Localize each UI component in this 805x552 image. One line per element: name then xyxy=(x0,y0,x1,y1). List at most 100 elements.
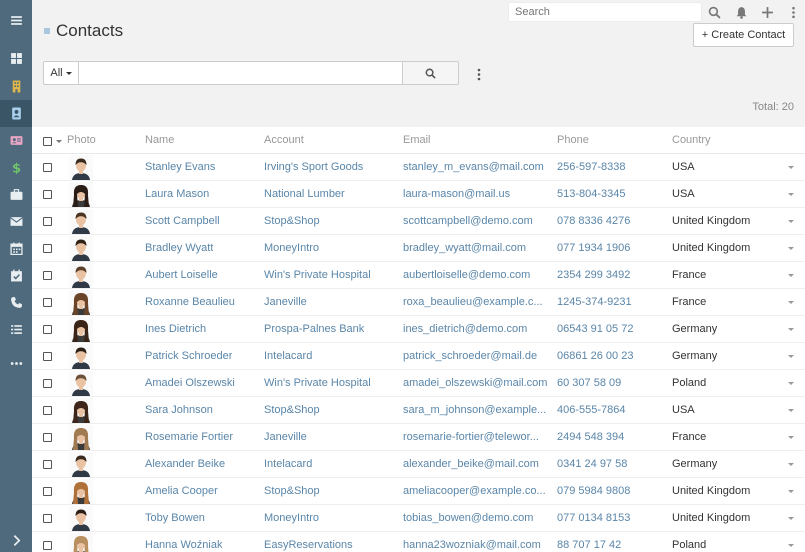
row-actions-dropdown[interactable] xyxy=(788,247,794,250)
phone-link[interactable]: 513-804-3345 xyxy=(557,188,626,200)
email-link[interactable]: scottcampbell@demo.com xyxy=(403,215,533,227)
phone-link[interactable]: 2354 299 3492 xyxy=(557,269,630,281)
contact-name-link[interactable]: Amadei Olszewski xyxy=(145,377,235,389)
create-contact-button[interactable]: + Create Contact xyxy=(693,23,794,47)
account-link[interactable]: Prospa-Palnes Bank xyxy=(264,323,364,335)
contact-name-link[interactable]: Roxanne Beaulieu xyxy=(145,296,235,308)
row-actions-dropdown[interactable] xyxy=(788,274,794,277)
contact-name-link[interactable]: Rosemarie Fortier xyxy=(145,431,233,443)
row-checkbox[interactable] xyxy=(43,460,52,469)
row-checkbox[interactable] xyxy=(43,217,52,226)
row-checkbox[interactable] xyxy=(43,352,52,361)
row-actions-dropdown[interactable] xyxy=(788,490,794,493)
dashboard-icon[interactable] xyxy=(0,45,32,72)
row-actions-dropdown[interactable] xyxy=(788,436,794,439)
table-row[interactable]: Sara Johnson Stop&Shop sara_m_johnson@exam… xyxy=(32,397,805,424)
table-row[interactable]: Roxanne Beaulieu Janeville roxa_beaulieu@e… xyxy=(32,289,805,316)
account-link[interactable]: Janeville xyxy=(264,296,307,308)
calendar-icon[interactable] xyxy=(0,235,32,262)
table-row[interactable]: Scott Campbell Stop&Shop scottcampbell@dem… xyxy=(32,208,805,235)
contact-name-link[interactable]: Patrick Schroeder xyxy=(145,350,232,362)
row-checkbox[interactable] xyxy=(43,514,52,523)
plus-icon[interactable] xyxy=(758,3,776,21)
table-row[interactable]: Amadei Olszewski Win's Private Hospital am… xyxy=(32,370,805,397)
table-row[interactable]: Ines Dietrich Prospa-Palnes Bank ines_diet… xyxy=(32,316,805,343)
account-link[interactable]: Stop&Shop xyxy=(264,404,320,416)
global-search-input[interactable] xyxy=(508,2,702,22)
row-actions-dropdown[interactable] xyxy=(788,382,794,385)
row-checkbox[interactable] xyxy=(43,325,52,334)
contact-name-link[interactable]: Laura Mason xyxy=(145,188,209,200)
table-row[interactable]: Aubert Loiselle Win's Private Hospital aub… xyxy=(32,262,805,289)
email-link[interactable]: laura-mason@mail.us xyxy=(403,188,510,200)
scope-select[interactable]: All xyxy=(43,61,79,85)
account-link[interactable]: Stop&Shop xyxy=(264,485,320,497)
column-phone[interactable]: Phone xyxy=(557,134,589,146)
email-link[interactable]: bradley_wyatt@mail.com xyxy=(403,242,526,254)
contact-name-link[interactable]: Hanna Woźniak xyxy=(145,539,222,551)
email-link[interactable]: sara_m_johnson@example... xyxy=(403,404,546,416)
bell-icon[interactable] xyxy=(732,3,750,21)
contact-name-link[interactable]: Ines Dietrich xyxy=(145,323,206,335)
email-link[interactable]: aubertloiselle@demo.com xyxy=(403,269,530,281)
menu-icon[interactable] xyxy=(0,7,32,34)
row-actions-dropdown[interactable] xyxy=(788,355,794,358)
filter-search-button[interactable] xyxy=(403,61,459,85)
row-checkbox[interactable] xyxy=(43,379,52,388)
phone-link[interactable]: 2494 548 394 xyxy=(557,431,624,443)
contact-name-link[interactable]: Amelia Cooper xyxy=(145,485,218,497)
table-row[interactable]: Hanna Woźniak EasyReservations hanna23wozn… xyxy=(32,532,805,552)
phone-link[interactable]: 077 1934 1906 xyxy=(557,242,630,254)
account-link[interactable]: Intelacard xyxy=(264,350,312,362)
contact-name-link[interactable]: Toby Bowen xyxy=(145,512,205,524)
contact-name-link[interactable]: Bradley Wyatt xyxy=(145,242,213,254)
email-link[interactable]: patrick_schroeder@mail.de xyxy=(403,350,537,362)
account-link[interactable]: Stop&Shop xyxy=(264,215,320,227)
phone-link[interactable]: 1245-374-9231 xyxy=(557,296,632,308)
table-row[interactable]: Stanley Evans Irving's Sport Goods stanley… xyxy=(32,154,805,181)
table-row[interactable]: Laura Mason National Lumber laura-mason@ma… xyxy=(32,181,805,208)
email-link[interactable]: alexander_beike@mail.com xyxy=(403,458,539,470)
tasks-icon[interactable] xyxy=(0,262,32,289)
filter-text-input[interactable] xyxy=(79,61,403,85)
contact-name-link[interactable]: Stanley Evans xyxy=(145,161,215,173)
row-actions-dropdown[interactable] xyxy=(788,463,794,466)
email-link[interactable]: amadei_olszewski@mail.com xyxy=(403,377,547,389)
more-icon[interactable] xyxy=(0,350,32,377)
email-link[interactable]: tobias_bowen@demo.com xyxy=(403,512,533,524)
row-actions-dropdown[interactable] xyxy=(788,544,794,547)
account-link[interactable]: Intelacard xyxy=(264,458,312,470)
column-email[interactable]: Email xyxy=(403,134,431,146)
contact-name-link[interactable]: Scott Campbell xyxy=(145,215,220,227)
phone-link[interactable]: 406-555-7864 xyxy=(557,404,626,416)
email-link[interactable]: ameliacooper@example.co... xyxy=(403,485,546,497)
phone-link[interactable]: 88 707 17 42 xyxy=(557,539,621,551)
account-link[interactable]: Win's Private Hospital xyxy=(264,377,371,389)
table-row[interactable]: Alexander Beike Intelacard alexander_beike… xyxy=(32,451,805,478)
table-row[interactable]: Rosemarie Fortier Janeville rosemarie-fort… xyxy=(32,424,805,451)
phone-link[interactable]: 079 5984 9808 xyxy=(557,485,630,497)
row-actions-dropdown[interactable] xyxy=(788,517,794,520)
account-link[interactable]: MoneyIntro xyxy=(264,512,319,524)
row-actions-dropdown[interactable] xyxy=(788,220,794,223)
account-link[interactable]: National Lumber xyxy=(264,188,345,200)
select-all-checkbox[interactable] xyxy=(43,137,52,146)
row-checkbox[interactable] xyxy=(43,406,52,415)
phone-link[interactable]: 60 307 58 09 xyxy=(557,377,621,389)
chevron-down-icon[interactable] xyxy=(56,140,62,143)
account-link[interactable]: Irving's Sport Goods xyxy=(264,161,363,173)
email-icon[interactable] xyxy=(0,208,32,235)
row-actions-dropdown[interactable] xyxy=(788,409,794,412)
search-icon[interactable] xyxy=(705,3,723,21)
account-link[interactable]: Janeville xyxy=(264,431,307,443)
account-link[interactable]: EasyReservations xyxy=(264,539,353,551)
table-row[interactable]: Bradley Wyatt MoneyIntro bradley_wyatt@mai… xyxy=(32,235,805,262)
leads-icon[interactable] xyxy=(0,127,32,154)
column-country[interactable]: Country xyxy=(672,134,711,146)
row-checkbox[interactable] xyxy=(43,163,52,172)
contact-name-link[interactable]: Sara Johnson xyxy=(145,404,213,416)
menu-dots-icon[interactable] xyxy=(784,3,802,21)
row-actions-dropdown[interactable] xyxy=(788,301,794,304)
phone-link[interactable]: 06543 91 05 72 xyxy=(557,323,633,335)
row-checkbox[interactable] xyxy=(43,190,52,199)
